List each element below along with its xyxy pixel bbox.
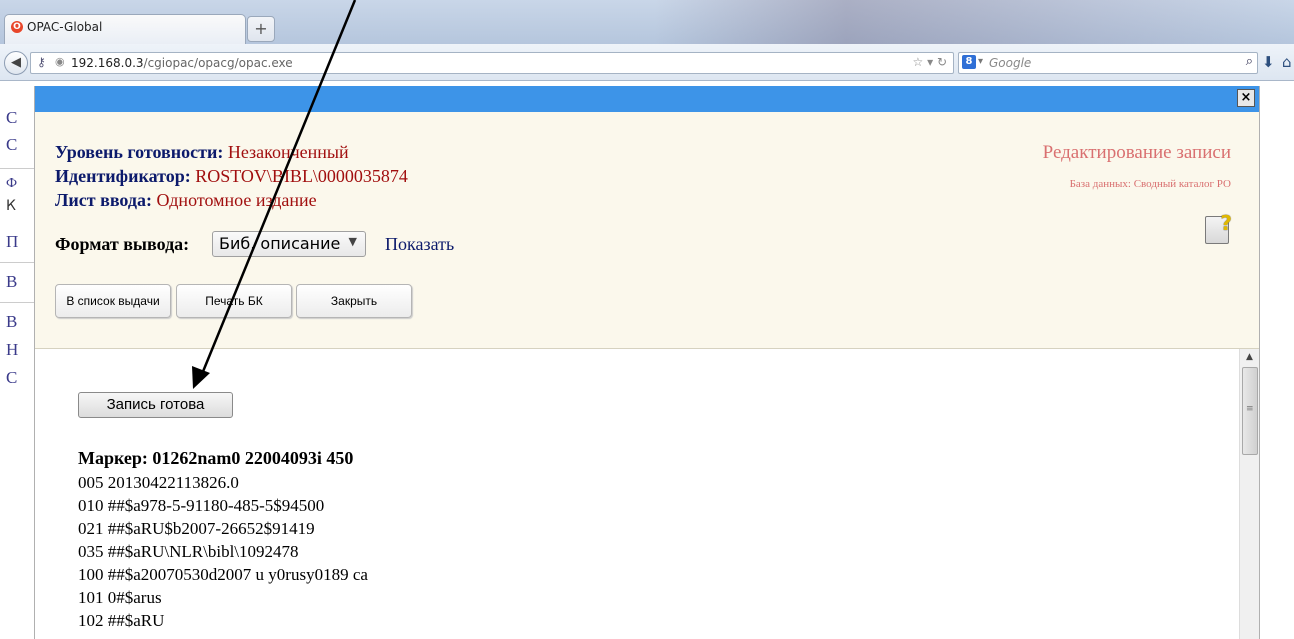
help-icon[interactable]: ? xyxy=(1205,211,1232,244)
identifier-line: Идентификатор: ROSTOV\BIBL\0000035874 xyxy=(55,166,408,187)
close-icon[interactable]: × xyxy=(1237,89,1255,107)
record-ready-button[interactable]: Запись готова xyxy=(78,392,233,418)
browser-tab[interactable]: O OPAC-Global xyxy=(4,14,246,45)
record-field: 100 ##$a20070530d2007 u y0rusy0189 ca xyxy=(78,565,368,584)
globe-icon: ◉ xyxy=(55,55,65,68)
identifier-label: Идентификатор: xyxy=(55,166,191,186)
background-link[interactable]: В xyxy=(6,272,17,292)
scroll-up-icon[interactable]: ▲ xyxy=(1240,349,1259,365)
back-arrow-icon[interactable]: ◀ xyxy=(4,51,28,75)
opera-icon: O xyxy=(11,21,23,33)
identifier-value: ROSTOV\BIBL\0000035874 xyxy=(195,166,408,186)
background-link[interactable]: В xyxy=(6,312,17,332)
output-format-select[interactable]: Биб. описание ▼ xyxy=(212,231,366,257)
chevron-down-icon[interactable]: ▾ xyxy=(978,56,983,67)
background-field[interactable]: К xyxy=(6,198,16,214)
input-sheet-line: Лист ввода: Однотомное издание xyxy=(55,190,317,211)
divider xyxy=(0,168,34,169)
search-engine-icon[interactable]: 8 xyxy=(962,55,976,69)
background-link[interactable]: П xyxy=(6,232,18,252)
input-sheet-value: Однотомное издание xyxy=(156,190,317,210)
url-text: 192.168.0.3/cgiopac/opacg/opac.exe xyxy=(71,56,293,70)
background-link[interactable]: С xyxy=(6,108,17,128)
input-sheet-label: Лист ввода: xyxy=(55,190,153,210)
dialog-titlebar: × xyxy=(35,86,1259,112)
database-label: База данных: Сводный каталог РО xyxy=(1069,178,1231,190)
scroll-thumb[interactable]: ≡ xyxy=(1242,367,1258,455)
status-value: Незаконченный xyxy=(227,142,349,162)
record-marker: Маркер: 01262nam0 22004093i 450 xyxy=(78,448,354,468)
record-field: 005 20130422113826.0 xyxy=(78,473,239,492)
status-label: Уровень готовности: xyxy=(55,142,224,162)
close-button[interactable]: Закрыть xyxy=(296,284,412,318)
record-field: 101 0#$arus xyxy=(78,588,162,607)
print-card-button[interactable]: Печать БК xyxy=(176,284,292,318)
divider xyxy=(0,262,34,263)
search-input[interactable]: Google xyxy=(989,56,1031,70)
home-icon[interactable]: ⌂ xyxy=(1282,53,1292,71)
chevron-down-icon: ▼ xyxy=(348,235,357,248)
browser-nav-bar: ◀ ⚷ ◉ 192.168.0.3/cgiopac/opacg/opac.exe… xyxy=(0,44,1294,81)
record-field: 010 ##$a978-5-91180-485-5$94500 xyxy=(78,496,325,515)
record-content: Запись готова Маркер: 01262nam0 22004093… xyxy=(35,349,1239,639)
vertical-scrollbar[interactable]: ▲ ≡ xyxy=(1239,349,1259,639)
record-field: 021 ##$aRU$b2007-26652$91419 xyxy=(78,519,315,538)
window-background xyxy=(654,0,1294,44)
search-bar[interactable]: 8 ▾ Google ⌕ xyxy=(958,52,1258,74)
address-bar[interactable]: ⚷ ◉ 192.168.0.3/cgiopac/opacg/opac.exe ☆… xyxy=(30,52,954,74)
background-link[interactable]: Н xyxy=(6,340,18,360)
record-field: 102 ##$aRU xyxy=(78,611,165,630)
output-format-label: Формат вывода: xyxy=(55,234,190,254)
background-link[interactable]: С xyxy=(6,368,17,388)
status-line: Уровень готовности: Незаконченный xyxy=(55,142,349,163)
page-title: Редактирование записи xyxy=(1042,142,1231,163)
record-fields: 005 20130422113826.0 010 ##$a978-5-91180… xyxy=(78,471,368,632)
download-icon[interactable]: ⬇ xyxy=(1262,53,1275,71)
search-icon[interactable]: ⌕ xyxy=(1246,54,1253,69)
tab-title: OPAC-Global xyxy=(27,20,103,34)
divider xyxy=(0,302,34,303)
record-edit-dialog: × Уровень готовности: Незаконченный Иден… xyxy=(34,86,1260,639)
new-tab-button[interactable]: + xyxy=(247,16,275,42)
output-format-value: Биб. описание xyxy=(219,234,341,253)
record-field: 035 ##$aRU\NLR\bibl\1092478 xyxy=(78,542,299,561)
background-label: Ф xyxy=(6,176,18,191)
site-identity-icon[interactable]: ⚷ xyxy=(37,55,46,69)
background-link[interactable]: С xyxy=(6,135,17,155)
dialog-header: Уровень готовности: Незаконченный Иденти… xyxy=(35,112,1259,349)
browser-tab-bar: O OPAC-Global + xyxy=(0,0,1294,45)
show-link[interactable]: Показать xyxy=(385,234,454,255)
bookmark-star-icon[interactable]: ☆ ▾ ↻ xyxy=(913,55,947,69)
add-to-issue-list-button[interactable]: В список выдачи xyxy=(55,284,171,318)
